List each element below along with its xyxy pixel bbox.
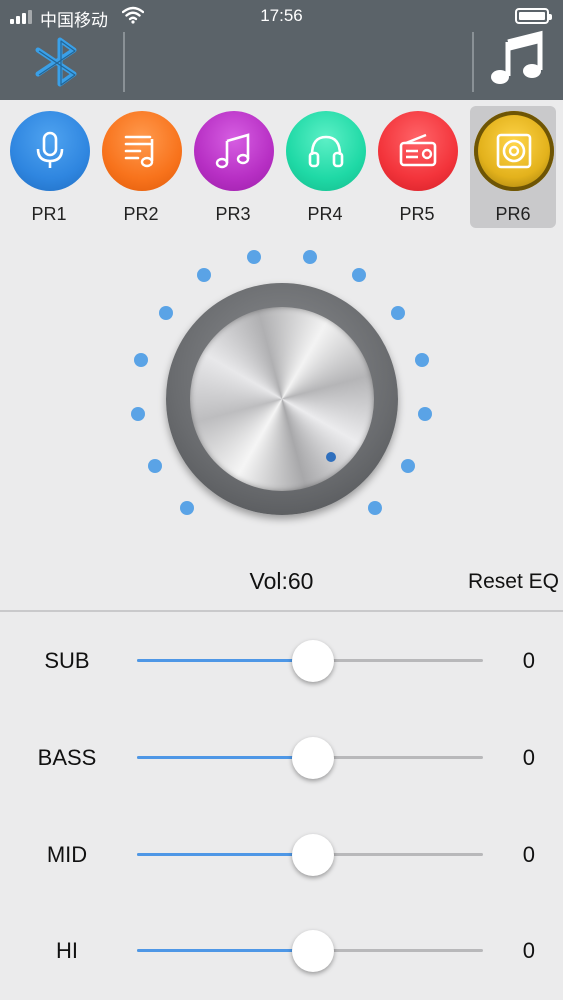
eq-label: SUB xyxy=(44,648,90,673)
preset-pr5[interactable]: PR5 xyxy=(374,106,460,228)
volume-level-dot xyxy=(148,459,162,473)
preset-pr1[interactable]: PR1 xyxy=(6,106,92,228)
volume-knob-face[interactable] xyxy=(190,307,374,491)
preset-pr6[interactable]: PR6 xyxy=(470,106,556,228)
preset-label: PR3 xyxy=(215,204,251,224)
preset-label: PR5 xyxy=(399,204,435,224)
preset-pr2-button[interactable] xyxy=(102,111,182,191)
eq-row-sub: SUB 0 xyxy=(0,630,563,690)
preset-bar: PR1 PR2 PR3 PR4 PR5 PR6 xyxy=(0,100,563,230)
section-divider xyxy=(0,610,563,612)
volume-level-dot xyxy=(368,501,382,515)
volume-level-dot xyxy=(131,407,145,421)
eq-label: MID xyxy=(46,842,88,867)
volume-level-dot xyxy=(134,353,148,367)
radio-icon xyxy=(399,133,437,167)
volume-level-dot xyxy=(180,501,194,515)
volume-level-dot xyxy=(197,268,211,282)
volume-level-dot xyxy=(159,306,173,320)
eq-row-hi: HI 0 xyxy=(0,920,563,980)
music-note-icon[interactable] xyxy=(488,30,548,88)
volume-level-dot xyxy=(415,353,429,367)
preset-pr2[interactable]: PR2 xyxy=(98,106,184,228)
preset-label: PR6 xyxy=(495,204,531,224)
clock: 17:56 xyxy=(260,6,303,25)
eq-slider-thumb[interactable] xyxy=(292,737,334,779)
microphone-icon xyxy=(36,131,64,168)
header-divider xyxy=(123,32,125,92)
eq-label: BASS xyxy=(37,745,97,770)
music-list-icon xyxy=(124,135,154,168)
headphones-icon xyxy=(308,135,344,168)
eq-label: HI xyxy=(56,938,78,963)
reset-eq-button[interactable]: Reset EQ xyxy=(468,570,559,594)
volume-knob-indicator xyxy=(326,452,336,462)
volume-level-dot xyxy=(401,459,415,473)
eq-value: 0 xyxy=(522,938,535,963)
eq-slider-thumb[interactable] xyxy=(292,930,334,972)
eq-slider-fill xyxy=(137,659,310,662)
header-divider xyxy=(472,32,474,92)
preset-pr3[interactable]: PR3 xyxy=(190,106,276,228)
volume-level-dot xyxy=(247,250,261,264)
preset-label: PR2 xyxy=(123,204,159,224)
volume-level-dot xyxy=(303,250,317,264)
eq-slider-thumb[interactable] xyxy=(292,640,334,682)
eq-row-mid: MID 0 xyxy=(0,824,563,884)
volume-level-dot xyxy=(352,268,366,282)
battery-icon xyxy=(515,8,552,24)
status-bar: 中国移动 17:56 xyxy=(0,0,563,32)
preset-label: PR1 xyxy=(31,204,67,224)
preset-pr4[interactable]: PR4 xyxy=(282,106,368,228)
eq-row-bass: BASS 0 xyxy=(0,727,563,787)
preset-pr5-button[interactable] xyxy=(378,111,458,191)
eq-value: 0 xyxy=(522,842,535,867)
preset-pr6-button[interactable] xyxy=(474,111,554,191)
eq-slider-thumb[interactable] xyxy=(292,834,334,876)
eq-value: 0 xyxy=(522,745,535,770)
speaker-icon xyxy=(496,133,532,169)
top-bar: 中国移动 17:56 xyxy=(0,0,563,100)
eq-slider-fill xyxy=(137,949,310,952)
preset-pr3-button[interactable] xyxy=(194,111,274,191)
volume-level-dot xyxy=(391,306,405,320)
volume-level-dot xyxy=(418,407,432,421)
eq-slider-fill xyxy=(137,853,310,856)
preset-pr4-button[interactable] xyxy=(286,111,366,191)
eq-value: 0 xyxy=(522,648,535,673)
eq-slider-fill xyxy=(137,756,310,759)
preset-label: PR4 xyxy=(307,204,343,224)
music-note-icon xyxy=(215,133,250,169)
bluetooth-icon[interactable] xyxy=(30,36,90,88)
preset-pr1-button[interactable] xyxy=(10,111,90,191)
